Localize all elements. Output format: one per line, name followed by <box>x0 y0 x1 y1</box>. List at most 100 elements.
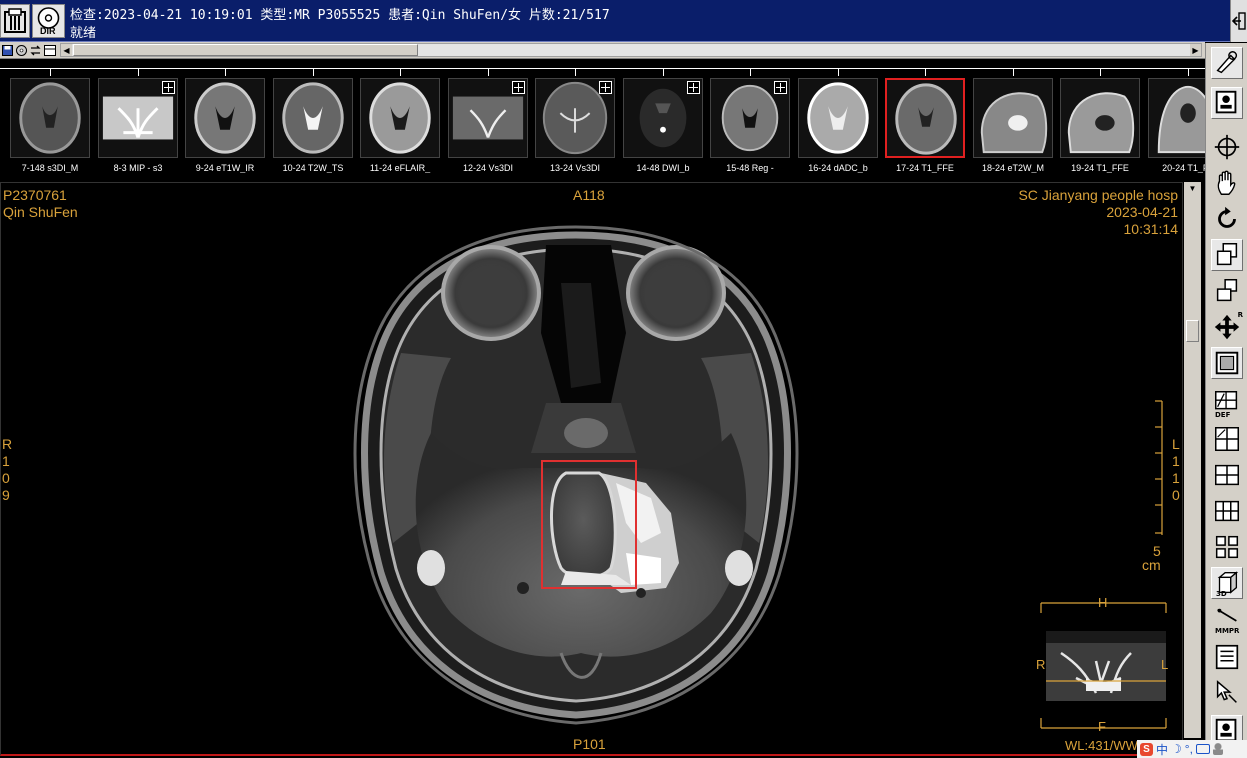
series-thumbnail[interactable] <box>1148 78 1205 158</box>
sogou-ime-icon[interactable]: S <box>1140 742 1153 756</box>
series-thumbnail[interactable] <box>535 78 615 158</box>
tool-grid-2x2-button[interactable] <box>1211 423 1243 455</box>
dir-label: DIR <box>40 26 56 36</box>
tool-stack-windows-button[interactable] <box>1211 239 1243 271</box>
localizer-foot-label: F <box>1098 719 1106 734</box>
orientation-right-letter: L <box>1172 436 1180 452</box>
keyboard-icon[interactable] <box>1195 744 1210 754</box>
patient-id: P2370761 <box>3 187 67 203</box>
ime-punct[interactable]: °, <box>1185 742 1193 756</box>
localizer-box <box>1040 602 1167 729</box>
pointer-select-icon <box>1216 680 1237 703</box>
save-button[interactable] <box>0 43 14 57</box>
tool-frame-button[interactable] <box>1211 347 1243 379</box>
film-export-button[interactable] <box>0 4 30 38</box>
tool-crosshair-button[interactable] <box>1211 131 1243 163</box>
study-info-line: 检查:2023-04-21 10:19:01 类型:MR P3055525 患者… <box>70 8 610 23</box>
scroll-down-arrow[interactable]: ▼ <box>1185 182 1200 194</box>
expand-plus-icon[interactable] <box>774 81 787 94</box>
thumb-ruler <box>0 68 1205 69</box>
orientation-left-digit: 1 <box>2 453 10 469</box>
exit-arrow-icon <box>1232 12 1246 30</box>
series-label: 20-24 T1_FF <box>1162 163 1205 173</box>
tool-rotate-button[interactable] <box>1211 203 1243 235</box>
thumb-tick <box>1013 68 1014 76</box>
user-icon[interactable] <box>1212 743 1223 755</box>
cd-icon <box>15 44 27 56</box>
scroll-right-arrow[interactable]: ▶ <box>1190 44 1201 56</box>
series-label: 11-24 eFLAIR_ <box>369 163 431 173</box>
ime-tray: S 中 ☽ °, <box>1137 740 1247 758</box>
series-thumbnail[interactable] <box>798 78 878 158</box>
series-label: 17-24 T1_FFE <box>896 163 954 173</box>
series-thumbnail[interactable] <box>1060 78 1140 158</box>
tool-pencil-annotate-button[interactable] <box>1211 47 1243 79</box>
exit-button[interactable] <box>1230 0 1247 42</box>
expand-plus-icon[interactable] <box>512 81 525 94</box>
series-label: 15-48 Reg - <box>726 163 774 173</box>
ime-moon-icon[interactable]: ☽ <box>1171 742 1182 756</box>
series-thumbnail[interactable] <box>973 78 1053 158</box>
tool-patient-card-button[interactable] <box>1211 87 1243 119</box>
localizer-left-label: L <box>1161 657 1169 672</box>
expand-plus-icon[interactable] <box>687 81 700 94</box>
series-thumbnail[interactable] <box>448 78 528 158</box>
expand-plus-icon[interactable] <box>599 81 612 94</box>
tool-caption: MMPR <box>1215 627 1240 635</box>
series-thumbnail[interactable] <box>623 78 703 158</box>
tool-pointer-select-button[interactable] <box>1211 677 1243 709</box>
vscroll-thumb[interactable] <box>1186 320 1199 342</box>
series-thumbnail[interactable] <box>710 78 790 158</box>
ime-chinese-mode[interactable]: 中 <box>1156 741 1168 758</box>
scale-unit: cm <box>1142 557 1161 573</box>
thumb-tick <box>1100 68 1101 76</box>
series-thumbnail[interactable] <box>98 78 178 158</box>
series-thumbnail-selected[interactable] <box>885 78 965 158</box>
tool-palette: R DEF 3D MMPR <box>1205 43 1247 747</box>
series-label: 13-24 Vs3DI <box>549 163 601 173</box>
thumb-tick <box>400 68 401 76</box>
series-label: 18-24 eT2W_M <box>981 163 1045 173</box>
tool-move-arrows-button[interactable]: R <box>1211 311 1243 343</box>
image-viewport[interactable]: P2370761 Qin ShuFen A118 SC Jianyang peo… <box>0 182 1183 756</box>
thumb-tick <box>138 68 139 76</box>
pencil-annotate-icon <box>1216 51 1238 74</box>
tool-grid-1x2-button[interactable] <box>1211 459 1243 491</box>
orientation-right-digit: 1 <box>1172 453 1180 469</box>
series-label: 16-24 dADC_b <box>808 163 868 173</box>
thumbnail-hscrollbar[interactable]: ◀ ▶ <box>60 43 1202 57</box>
series-thumbnail[interactable] <box>273 78 353 158</box>
study-date: 2023-04-21 <box>1106 204 1178 220</box>
series-label: 10-24 T2W_TS <box>282 163 344 173</box>
tool-grid-3x3-button[interactable] <box>1211 531 1243 563</box>
series-thumbnail[interactable] <box>10 78 90 158</box>
series-preview-image <box>282 82 344 154</box>
dir-disc-button[interactable]: DIR <box>32 4 65 38</box>
thumb-tick <box>225 68 226 76</box>
tool-layout-def-button[interactable]: DEF <box>1211 387 1243 419</box>
series-thumbnail[interactable] <box>360 78 440 158</box>
series-thumbnail[interactable] <box>185 78 265 158</box>
layout-toggle-button[interactable] <box>43 43 57 57</box>
tool-hand-pan-button[interactable] <box>1211 167 1243 199</box>
swap-button[interactable] <box>28 43 42 57</box>
tool-report-list-button[interactable] <box>1211 641 1243 673</box>
tool-grid-1x3-button[interactable] <box>1211 495 1243 527</box>
film-box-icon <box>4 8 26 33</box>
thumb-tick <box>313 68 314 76</box>
orientation-top: A118 <box>573 187 605 203</box>
study-info-header: DIR 检查:2023-04-21 10:19:01 类型:MR P305552… <box>0 0 1230 42</box>
scroll-left-arrow[interactable]: ◀ <box>61 44 72 56</box>
orientation-right-digit: 0 <box>1172 487 1180 503</box>
expand-plus-icon[interactable] <box>162 81 175 94</box>
roi-annotation-box[interactable] <box>541 460 637 589</box>
grid-3x3-icon <box>1215 535 1239 559</box>
tool-cube-3d-button[interactable]: 3D <box>1211 567 1243 599</box>
localizer-right-label: R <box>1036 657 1046 672</box>
tool-mmpr-button[interactable]: MMPR <box>1211 603 1243 635</box>
tool-cascade-windows-button[interactable] <box>1211 275 1243 307</box>
hscroll-thumb[interactable] <box>73 44 418 56</box>
window-layout-icon <box>44 44 56 56</box>
cd-button[interactable] <box>14 43 28 57</box>
series-vscrollbar[interactable]: ▶ ▼ <box>1184 182 1201 738</box>
